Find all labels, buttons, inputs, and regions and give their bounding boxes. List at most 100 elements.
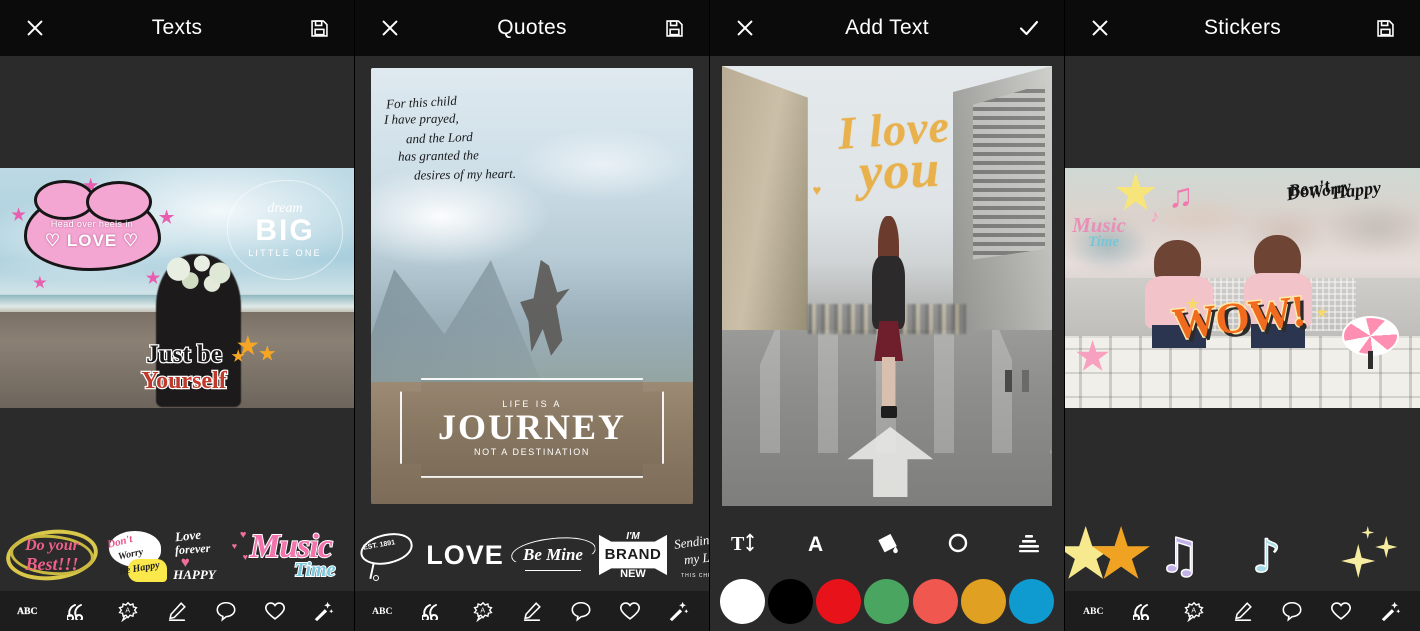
flower-wreath: [159, 254, 237, 292]
cloud-small-text: Head over heels in: [51, 219, 133, 229]
close-icon[interactable]: [20, 13, 50, 43]
sparkle-small: [1361, 526, 1374, 539]
brand-line-1: I'M: [599, 531, 667, 542]
worry-word-3: Be: [1287, 178, 1308, 200]
swatch-coral[interactable]: [913, 579, 958, 624]
close-icon[interactable]: [730, 13, 760, 43]
canvas-stage-stickers: ♫ ♪ Music Time Don't Worry Be Happy WOW!: [1065, 56, 1420, 519]
heart-icon: ♥: [232, 541, 237, 551]
journey-badge[interactable]: LIFE IS A JOURNEY NOT A DESTINATION: [400, 378, 664, 478]
fill-color-tool[interactable]: [867, 525, 907, 561]
heart-icon[interactable]: [615, 597, 645, 625]
quote-love[interactable]: LOVE: [423, 524, 507, 586]
svg-text:A: A: [480, 607, 485, 614]
header-add-text: Add Text: [710, 0, 1064, 56]
swatch-red[interactable]: [816, 579, 861, 624]
swatch-white[interactable]: [720, 579, 765, 624]
sticker-strip[interactable]: ♫ ♪: [1065, 519, 1420, 591]
text-sticker-strip[interactable]: Do your Best!!! Don't Worry Be Happy Lov…: [0, 519, 354, 591]
abc-icon[interactable]: ABC: [15, 597, 45, 625]
swatch-green[interactable]: [864, 579, 909, 624]
sticker-sparkles[interactable]: [1339, 524, 1399, 586]
abc-icon[interactable]: ABC: [1081, 597, 1111, 625]
sticker-music-note-beamed[interactable]: ♫: [1156, 524, 1212, 586]
quote-icon[interactable]: [419, 597, 449, 625]
comic-burst-icon[interactable]: A: [468, 597, 498, 625]
quote-sending-my-love[interactable]: Sending my Love THIS CHRISTMAS: [669, 524, 709, 586]
close-icon[interactable]: [1085, 13, 1115, 43]
quote-icon[interactable]: [64, 597, 94, 625]
check-icon[interactable]: [1014, 13, 1044, 43]
speech-bubble-icon[interactable]: [1277, 597, 1307, 625]
abc-icon[interactable]: ABC: [370, 597, 400, 625]
sticker-music-time[interactable]: Music Time: [250, 524, 354, 586]
send-line-3: THIS CHRISTMAS: [681, 573, 709, 579]
swatch-black[interactable]: [768, 579, 813, 624]
text-overlay-i-love-you[interactable]: I love you ♥: [775, 110, 1013, 194]
sparkle-large: [1341, 544, 1375, 578]
speech-bubble-icon[interactable]: [566, 597, 596, 625]
quote-sticker-strip[interactable]: EST. 1891 LOVE Be Mine I'M BR: [355, 519, 709, 591]
sticker-dont-worry-be-happy[interactable]: Don't Worry Be Happy: [102, 524, 168, 586]
quote-balloon[interactable]: EST. 1891: [359, 524, 421, 586]
comic-burst-icon[interactable]: A: [1179, 597, 1209, 625]
sticker-do-your-best[interactable]: Do your Best!!!: [4, 524, 100, 586]
pedestrian: [1005, 370, 1012, 392]
sparkle-medium: [1375, 536, 1397, 558]
heart-icon[interactable]: [260, 597, 290, 625]
photo-canvas-girls[interactable]: ♫ ♪ Music Time Don't Worry Be Happy WOW!: [1065, 168, 1420, 408]
heart-icon[interactable]: [1326, 597, 1356, 625]
magic-wand-icon[interactable]: [1375, 597, 1405, 625]
save-icon[interactable]: [304, 13, 334, 43]
opacity-tool[interactable]: [938, 525, 978, 561]
speech-bubble-icon[interactable]: [211, 597, 241, 625]
photo-canvas-quote-poster[interactable]: For this child I have prayed, and the Lo…: [371, 68, 693, 504]
panel-stickers: Stickers: [1065, 0, 1420, 631]
close-icon[interactable]: [375, 13, 405, 43]
bottom-toolbar-stickers[interactable]: ABC A: [1065, 591, 1420, 631]
send-line-2: my Love: [684, 548, 709, 568]
alignment-tool[interactable]: [1009, 525, 1049, 561]
quote-be-mine[interactable]: Be Mine: [509, 524, 597, 586]
pencil-icon[interactable]: [162, 597, 192, 625]
font-size-tool[interactable]: T: [725, 525, 765, 561]
sticker-music-note-eighth[interactable]: ♪: [1248, 524, 1304, 586]
sticker-love-forever-happy[interactable]: Love forever HAPPY ♥ ♥ ♥ ♥: [170, 524, 248, 586]
quote-text-overlay[interactable]: For this child I have prayed, and the Lo…: [384, 90, 597, 184]
heart-icon: ♥: [243, 552, 248, 562]
magic-wand-icon[interactable]: [663, 597, 693, 625]
caption-line-1: Just be: [146, 341, 222, 368]
svg-text:ABC: ABC: [17, 606, 38, 617]
page-title: Texts: [0, 16, 354, 40]
swatch-blue[interactable]: [1009, 579, 1054, 624]
quote-icon[interactable]: [1130, 597, 1160, 625]
swatch-amber[interactable]: [961, 579, 1006, 624]
balloon-knot: [373, 575, 379, 581]
dream-line-3: LITTLE ONE: [248, 249, 322, 258]
panel-quotes: Quotes For this child I have prayed, and…: [355, 0, 710, 631]
sticker-line-1: Do your: [25, 538, 79, 554]
screenshot-root: Texts: [0, 0, 1420, 631]
font-family-tool[interactable]: A: [796, 525, 836, 561]
sticker-lollipop[interactable]: [1342, 316, 1399, 369]
photo-canvas-street[interactable]: I love you ♥: [722, 66, 1052, 506]
quote-im-brand-new[interactable]: I'M BRAND NEW: [599, 524, 667, 586]
color-swatch-row[interactable]: [710, 571, 1064, 631]
sticker-dream-big[interactable]: dream BIG LITTLE ONE: [227, 180, 344, 281]
save-icon[interactable]: [1370, 13, 1400, 43]
save-icon[interactable]: [659, 13, 689, 43]
sticker-music-time[interactable]: Music Time: [1072, 216, 1171, 250]
pencil-icon[interactable]: [517, 597, 547, 625]
brand-line-3: NEW: [599, 568, 667, 580]
sticker-just-be-yourself[interactable]: Just be Yourself: [99, 342, 269, 393]
bottom-toolbar-texts[interactable]: ABC A: [0, 591, 354, 631]
comic-burst-icon[interactable]: A: [113, 597, 143, 625]
bottom-toolbar-quotes[interactable]: ABC A: [355, 591, 709, 631]
sticker-love-cloud[interactable]: Head over heels in ♡ LOVE ♡: [14, 182, 170, 288]
sticker-line-2: forever: [174, 541, 210, 558]
photo-canvas-beach[interactable]: Head over heels in ♡ LOVE ♡ dream BIG LI…: [0, 168, 354, 408]
text-tool-row[interactable]: T A: [710, 515, 1064, 571]
pencil-icon[interactable]: [1228, 597, 1258, 625]
page-title: Add Text: [710, 16, 1064, 40]
magic-wand-icon[interactable]: [308, 597, 338, 625]
